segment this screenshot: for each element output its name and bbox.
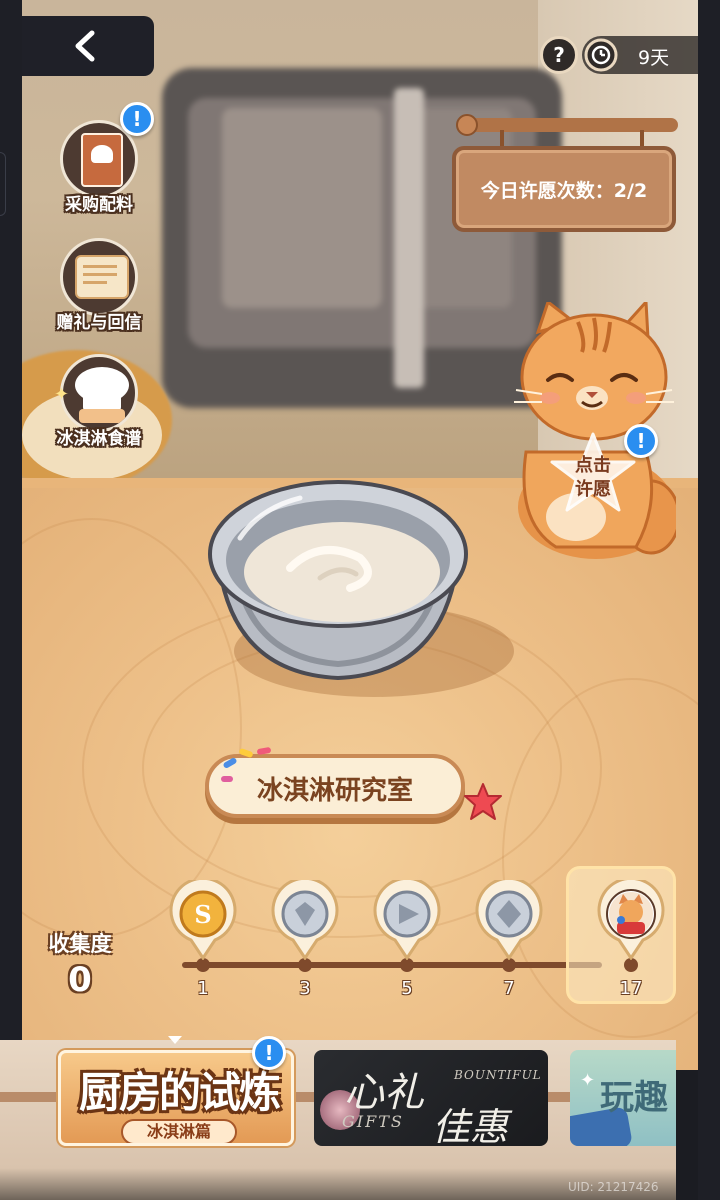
mixing-bowl-icon — [208, 480, 468, 681]
notification-badge: ! — [120, 102, 154, 136]
banner-title: 心礼 — [344, 1070, 424, 1116]
side-item-gifts[interactable]: 赠礼与回信 — [44, 238, 154, 333]
sparkle-icon: ✦ — [580, 1070, 596, 1091]
cat-avatar-icon — [597, 876, 665, 961]
milestone-17[interactable]: 17 — [591, 876, 671, 999]
wish-line-1: 点击 — [575, 455, 611, 476]
side-item-purchase[interactable]: 采购配料 ! — [44, 102, 154, 215]
user-id: UID: 21217426 — [568, 1180, 659, 1194]
side-item-label: 冰淇淋食谱 — [56, 429, 142, 449]
notification-badge: ! — [252, 1036, 286, 1070]
timer-text: 9天 — [638, 47, 670, 69]
milestone-threshold: 3 — [299, 978, 311, 999]
banner-en-subtitle: GIFTS — [342, 1112, 404, 1131]
milestone-threshold: 5 — [401, 978, 413, 999]
sprinkles-icon — [221, 747, 271, 782]
help-button[interactable]: ? — [540, 36, 578, 74]
red-star-icon — [464, 783, 502, 820]
gold-coin-icon: S — [169, 876, 237, 961]
edge-handle — [0, 152, 6, 216]
silver-coin-icon — [271, 876, 339, 961]
milestone-threshold: 7 — [503, 978, 515, 999]
banner-en-title: BOUNTIFUL — [454, 1068, 542, 1082]
banner-title: 玩趣 — [600, 1078, 668, 1118]
letter-icon — [60, 238, 138, 316]
selected-pointer — [168, 1036, 182, 1044]
svg-text:S: S — [194, 900, 211, 929]
banner-fun[interactable]: ✦ 玩趣 — [570, 1050, 676, 1146]
side-item-label: 赠礼与回信 — [56, 313, 142, 333]
banner-subtitle: 冰淇淋篇 — [121, 1119, 237, 1143]
milestone-5[interactable]: 5 — [367, 876, 447, 999]
wish-line-2: 许愿 — [575, 479, 611, 500]
silver-coin-icon — [475, 876, 543, 961]
back-button[interactable] — [22, 16, 154, 76]
collection-label: 收集度 — [48, 932, 112, 956]
wish-count-board: 今日许愿次数：2/2 — [452, 146, 676, 232]
side-item-recipes[interactable]: 冰淇淋食谱 ✦ — [44, 354, 154, 449]
notification-badge: ! — [624, 424, 658, 458]
milestone-3[interactable]: 3 — [265, 876, 345, 999]
back-arrow-icon — [75, 30, 95, 62]
milestone-7[interactable]: 7 — [469, 876, 549, 999]
ice-cream-lab-button[interactable]: 冰淇淋研究室 — [195, 747, 502, 828]
milestone-threshold: 17 — [619, 978, 643, 999]
banner-bountiful-gifts[interactable]: 心礼 BOUNTIFUL GIFTS 佳惠 — [314, 1050, 548, 1146]
chef-hat-icon — [60, 354, 138, 432]
banner-title-2: 佳惠 — [432, 1105, 509, 1146]
side-item-label: 采购配料 — [65, 195, 133, 215]
left-gutter — [0, 0, 22, 1200]
clock-icon — [584, 38, 618, 72]
silver-coin-icon — [373, 876, 441, 961]
banner-title: 厨房的试炼 — [78, 1068, 281, 1117]
help-label: ? — [553, 43, 565, 67]
milestone-1[interactable]: S 1 — [163, 876, 243, 999]
milestone-threshold: 1 — [197, 978, 209, 999]
collection-value: 0 — [68, 960, 92, 1000]
sparkle-icon: ✦ — [54, 384, 70, 405]
event-timer: 9天 — [582, 36, 698, 74]
right-gutter — [698, 0, 720, 1200]
board-rod — [456, 114, 678, 136]
wish-count-text: 今日许愿次数：2/2 — [480, 180, 648, 202]
